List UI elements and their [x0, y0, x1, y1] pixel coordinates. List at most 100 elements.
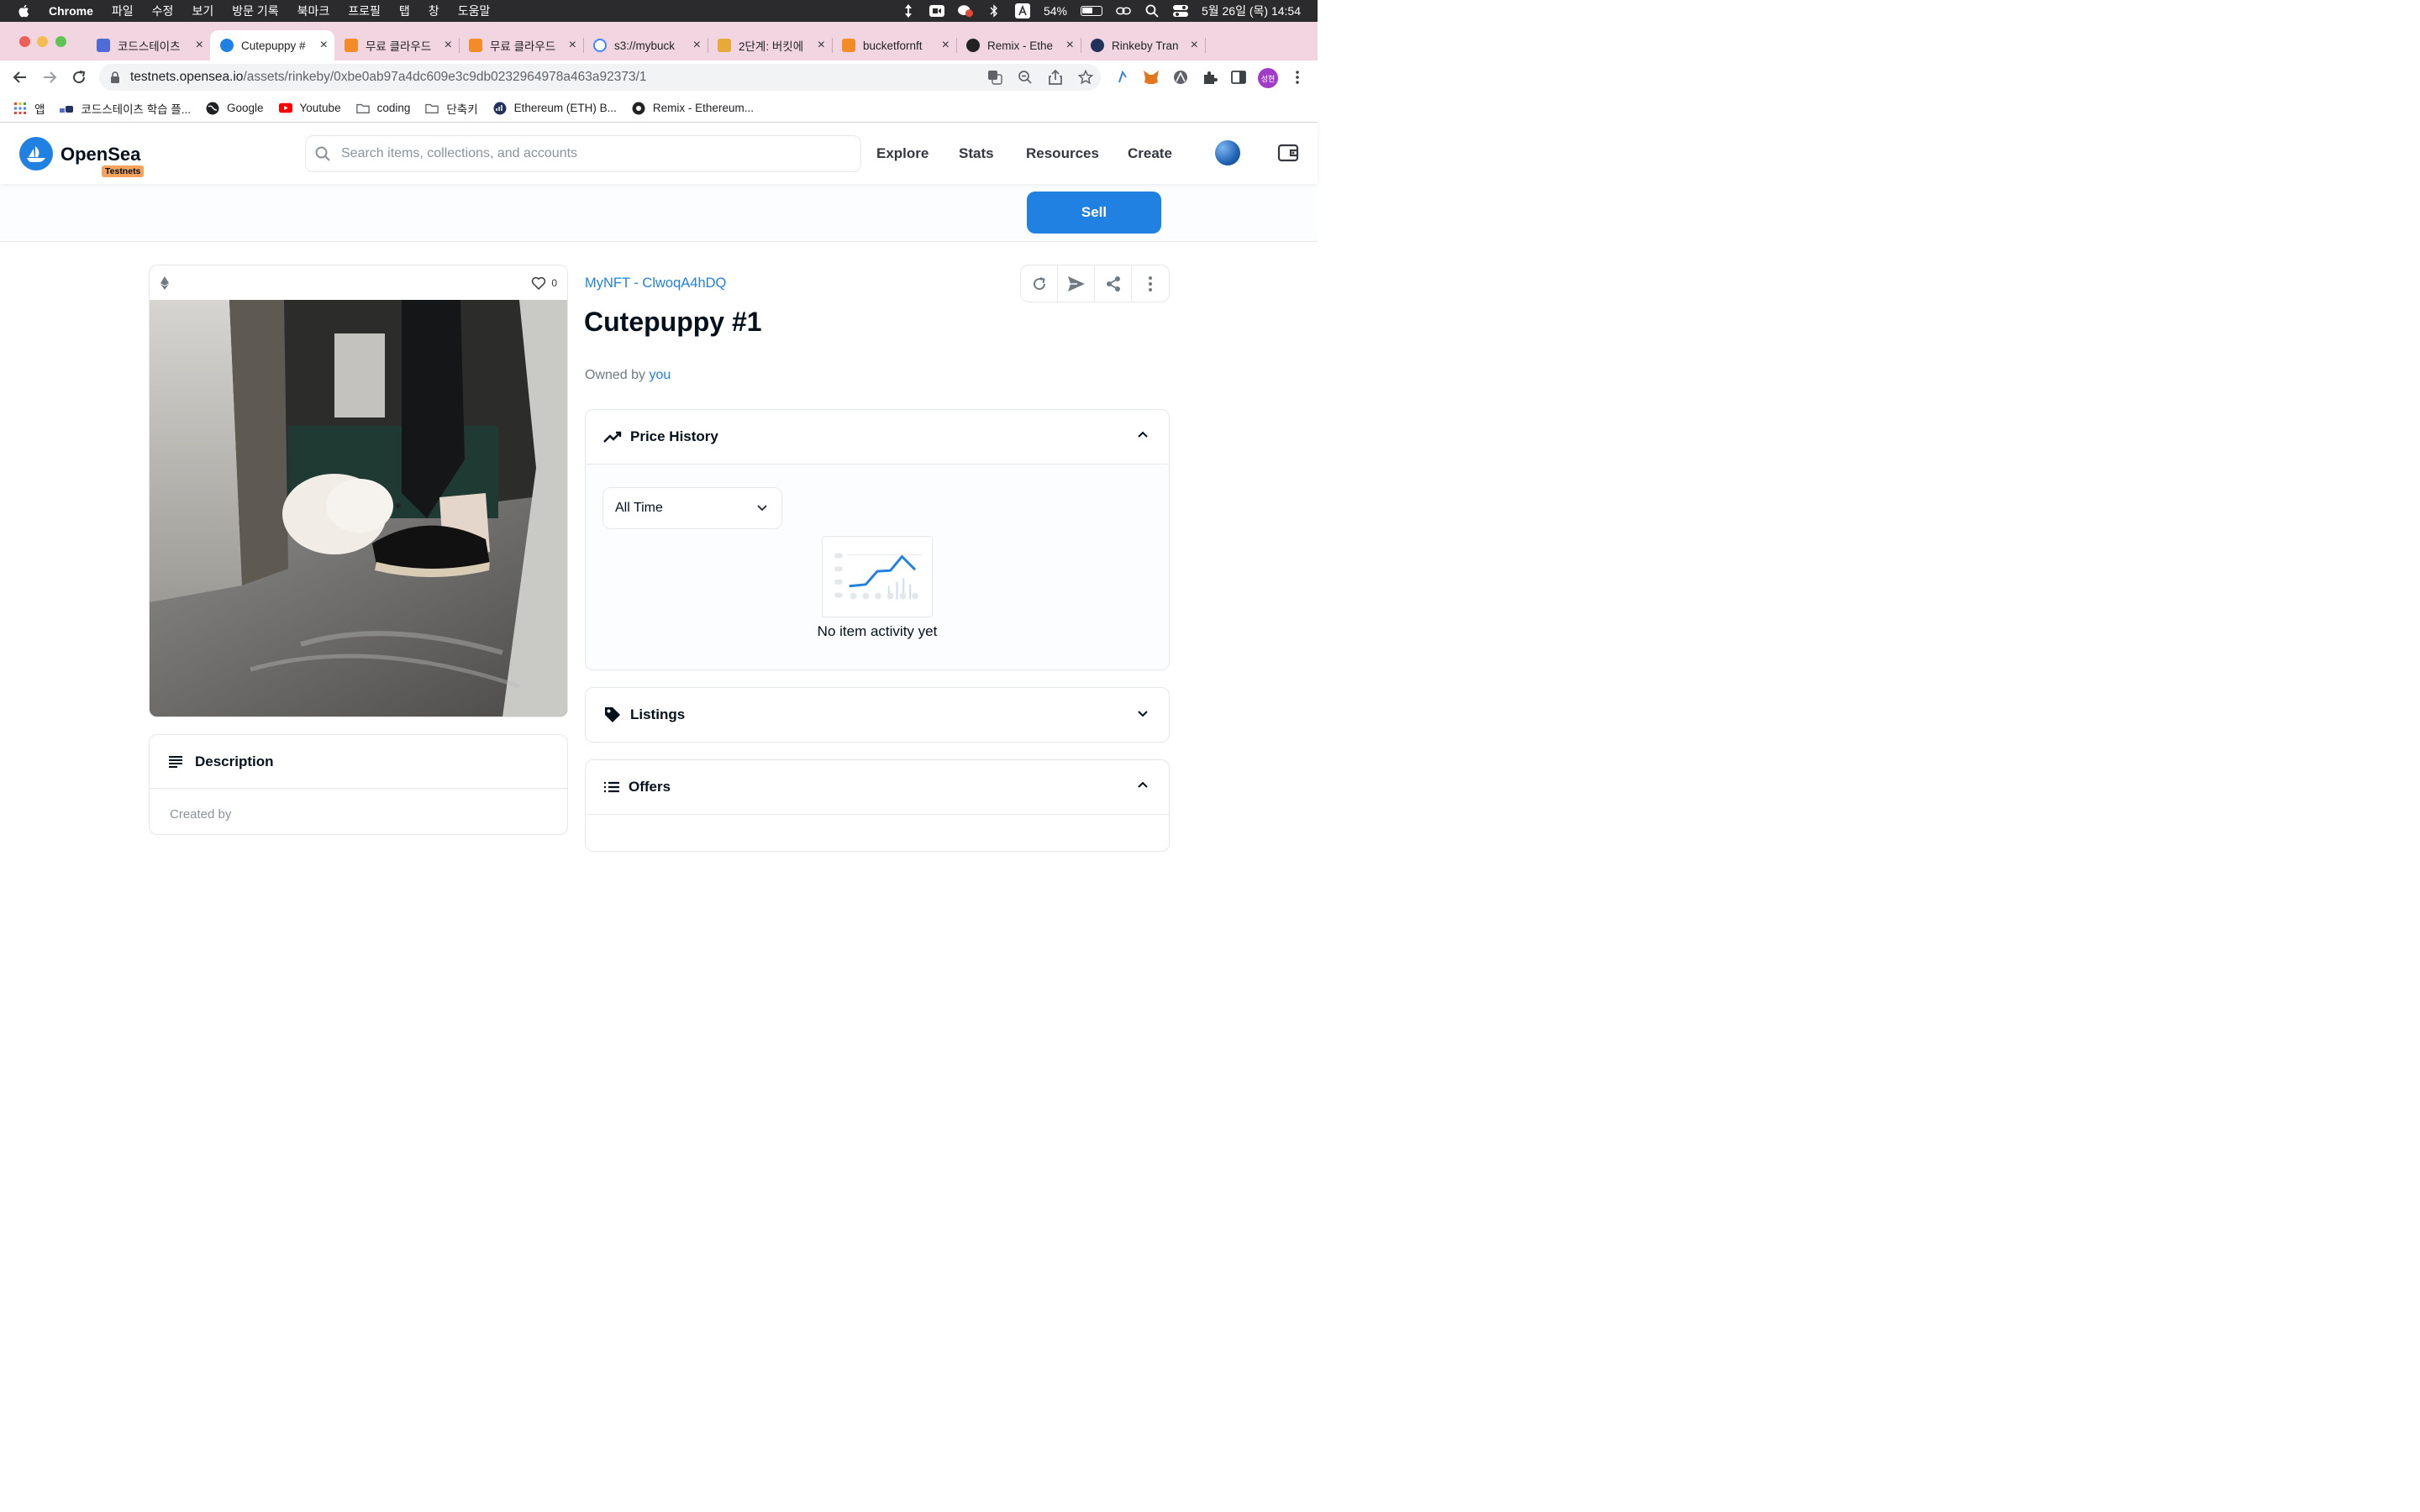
zoom-icon[interactable] — [1017, 69, 1034, 86]
nav-stats[interactable]: Stats — [959, 145, 994, 162]
bookmark-folder-shortcuts[interactable]: 단축키 — [425, 100, 478, 117]
heart-icon[interactable] — [531, 276, 546, 290]
nav-resources[interactable]: Resources — [1026, 145, 1099, 162]
ethereum-icon — [160, 276, 169, 290]
search-input[interactable] — [341, 146, 829, 161]
chat-notification-icon[interactable] — [957, 4, 973, 18]
extension-blue-icon[interactable] — [1114, 69, 1131, 86]
translate-icon[interactable] — [986, 69, 1003, 86]
chrome-profile-avatar[interactable]: 성현 — [1258, 68, 1278, 88]
bookmark-folder-coding[interactable]: coding — [355, 102, 410, 115]
opensea-logo-icon[interactable] — [19, 137, 53, 171]
tab-cutepuppy[interactable]: Cutepuppy # × — [210, 30, 334, 60]
battery-icon[interactable] — [1080, 6, 1102, 16]
refresh-metadata-button[interactable] — [1021, 265, 1058, 302]
chevron-up-icon[interactable] — [1137, 780, 1149, 789]
address-bar[interactable]: testnets.opensea.io/assets/rinkeby/0xbe0… — [99, 64, 1101, 91]
tab-close-icon[interactable]: × — [569, 39, 576, 52]
bookmark-etherscan[interactable]: Ethereum (ETH) B... — [493, 102, 617, 115]
tab-close-icon[interactable]: × — [942, 39, 950, 52]
menu-app-name[interactable]: Chrome — [49, 4, 93, 18]
menu-profile[interactable]: 프로필 — [348, 3, 381, 19]
testnets-badge: Testnets — [102, 165, 145, 177]
owner-link[interactable]: you — [649, 368, 671, 382]
description-header[interactable]: Description — [150, 735, 567, 789]
forward-arrow-icon[interactable] — [41, 69, 58, 86]
chevron-up-icon[interactable] — [1137, 430, 1149, 438]
nav-explore[interactable]: Explore — [876, 145, 929, 162]
menu-bookmarks[interactable]: 북마크 — [297, 3, 330, 19]
bookmark-star-icon[interactable] — [1077, 69, 1094, 86]
bluetooth-icon[interactable] — [986, 4, 1002, 18]
share-button[interactable] — [1095, 265, 1132, 302]
nav-create[interactable]: Create — [1128, 145, 1172, 162]
menu-file[interactable]: 파일 — [112, 3, 134, 19]
transfer-button[interactable] — [1058, 265, 1095, 302]
more-options-button[interactable] — [1132, 265, 1169, 302]
spotlight-search-icon[interactable] — [1144, 4, 1160, 18]
opensea-brand[interactable]: OpenSea — [60, 144, 140, 165]
bookmark-youtube[interactable]: Youtube — [278, 102, 341, 115]
menu-tab[interactable]: 탭 — [399, 3, 410, 19]
tab-close-icon[interactable]: × — [196, 39, 203, 52]
opensea-search[interactable] — [305, 135, 861, 172]
bookmark-label: Google — [226, 102, 264, 114]
bookmark-google[interactable]: Google — [206, 102, 264, 115]
extensions-puzzle-icon[interactable] — [1202, 69, 1218, 86]
favorite-count[interactable]: 0 — [531, 276, 557, 290]
window-close-button[interactable] — [19, 36, 30, 47]
url-text[interactable]: testnets.opensea.io/assets/rinkeby/0xbe0… — [130, 70, 647, 85]
sell-button[interactable]: Sell — [1027, 192, 1161, 234]
tab-close-icon[interactable]: × — [693, 39, 701, 52]
window-zoom-button[interactable] — [55, 36, 66, 47]
lock-icon[interactable] — [110, 71, 120, 83]
menu-help[interactable]: 도움말 — [458, 3, 491, 19]
input-source-icon[interactable] — [1014, 3, 1030, 18]
chrome-menu-kebab-icon[interactable] — [1289, 69, 1306, 86]
scroll-arrows-icon[interactable] — [901, 4, 916, 18]
bookmark-apps[interactable]: 앱 — [13, 100, 45, 117]
control-center-icon[interactable] — [1172, 4, 1188, 18]
reload-icon[interactable] — [71, 69, 87, 86]
bookmark-remix[interactable]: Remix - Ethereum... — [632, 102, 754, 115]
menu-view[interactable]: 보기 — [192, 3, 213, 19]
link-icon[interactable] — [1116, 4, 1131, 18]
menu-history[interactable]: 방문 기록 — [232, 3, 278, 19]
listings-header[interactable]: Listings — [586, 688, 1169, 742]
apple-menu-icon[interactable] — [17, 3, 32, 18]
bookmark-codestates[interactable]: 코드스테이츠 학습 플... — [60, 100, 191, 117]
wallet-icon[interactable] — [1277, 142, 1299, 164]
tab-free-cloud-2[interactable]: 무료 클라우드 × — [459, 30, 584, 60]
nft-puppy-image[interactable] — [150, 300, 567, 717]
extension-gray-icon[interactable] — [1172, 69, 1189, 86]
tab-close-icon[interactable]: × — [1191, 39, 1198, 52]
tab-close-icon[interactable]: × — [445, 39, 452, 52]
profile-avatar[interactable] — [1215, 140, 1240, 165]
zoom-video-icon[interactable] — [929, 4, 944, 18]
time-range-select[interactable]: All Time — [602, 487, 782, 529]
tab-close-icon[interactable]: × — [818, 39, 825, 52]
tab-rinkeby[interactable]: Rinkeby Tran × — [1081, 30, 1206, 60]
tab-free-cloud-1[interactable]: 무료 클라우드 × — [334, 30, 460, 60]
share-icon[interactable] — [1047, 69, 1064, 86]
chevron-down-icon[interactable] — [1137, 710, 1149, 718]
side-panel-icon[interactable] — [1230, 69, 1247, 86]
window-minimize-button[interactable] — [37, 36, 48, 47]
tab-close-icon[interactable]: × — [320, 39, 328, 52]
tab-remix[interactable]: Remix - Ethe × — [956, 30, 1081, 60]
offers-header[interactable]: Offers — [586, 760, 1169, 814]
tab-s3-bucket[interactable]: s3://mybuck × — [583, 30, 708, 60]
codestates-favicon-icon — [97, 39, 110, 52]
menu-clock[interactable]: 5월 26일 (목) 14:54 — [1202, 3, 1301, 19]
tab-bucket-step2[interactable]: 2단계: 버킷에 × — [708, 30, 833, 60]
collection-link[interactable]: MyNFT - ClwoqA4hDQ — [585, 276, 726, 291]
price-history-header[interactable]: Price History — [586, 410, 1169, 464]
tab-bucketfornft[interactable]: bucketfornft × — [832, 30, 957, 60]
metamask-icon[interactable] — [1143, 69, 1160, 86]
menu-window[interactable]: 창 — [429, 3, 439, 19]
tab-codestates[interactable]: 코드스테이츠 × — [87, 30, 211, 60]
back-arrow-icon[interactable] — [12, 69, 29, 86]
apps-grid-icon — [13, 102, 27, 115]
menu-edit[interactable]: 수정 — [152, 3, 174, 19]
tab-close-icon[interactable]: × — [1066, 39, 1074, 52]
